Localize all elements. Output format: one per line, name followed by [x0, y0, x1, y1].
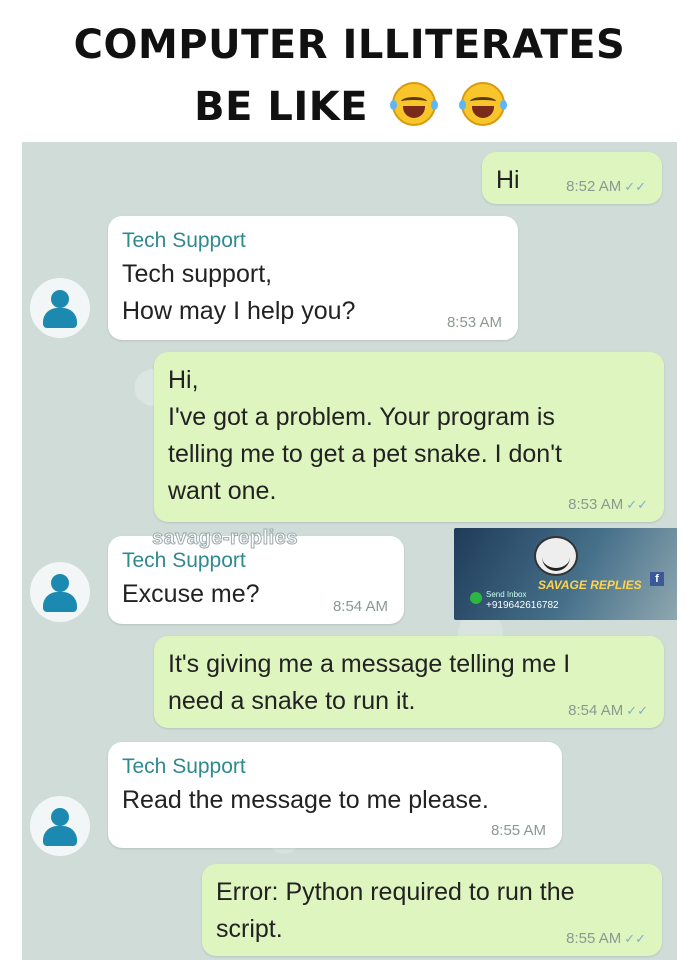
sender-name: Tech Support [122, 549, 246, 572]
header-title-line2: BE LIKE [0, 82, 699, 130]
message-line: Error: Python required to run the [216, 878, 575, 906]
message-time: 8:52 AM ✓✓ [566, 178, 646, 195]
outgoing-message: Hi 8:52 AM ✓✓ [482, 152, 662, 204]
outgoing-message: Hi, I've got a problem. Your program is … [154, 352, 664, 522]
message-time: 8:54 AM ✓✓ [568, 702, 648, 719]
troll-face-icon [534, 536, 578, 576]
incoming-message: Tech Support Read the message to me plea… [108, 742, 562, 848]
message-time: 8:54 AM [332, 598, 388, 615]
promo-phone: +919642616782 [486, 600, 559, 611]
whatsapp-icon [470, 592, 482, 604]
message-line: telling me to get a pet snake. I don't [168, 440, 562, 468]
laughing-tears-emoji-icon [390, 82, 439, 126]
promo-brand: SAVAGE REPLIES [538, 578, 642, 592]
sender-name: Tech Support [122, 229, 246, 252]
meme-header: COMPUTER ILLITERATES BE LIKE [0, 0, 699, 142]
chat-window: Hi 8:52 AM ✓✓ Tech Support Tech support, … [22, 142, 677, 960]
message-line: Hi, [168, 366, 199, 394]
message-time: 8:53 AM [446, 314, 502, 331]
tech-support-avatar[interactable] [30, 278, 90, 338]
message-time: 8:53 AM ✓✓ [568, 496, 648, 513]
tech-support-avatar[interactable] [30, 796, 90, 856]
outgoing-message: Error: Python required to run the script… [202, 864, 662, 956]
double-check-icon: ✓✓ [626, 703, 648, 718]
message-text: Hi [496, 166, 520, 194]
outgoing-message: It's giving me a message telling me I ne… [154, 636, 664, 728]
facebook-icon[interactable]: f [650, 572, 664, 586]
header-title-line1: COMPUTER ILLITERATES [73, 22, 626, 68]
message-line: Tech support, [122, 260, 273, 288]
message-line: Read the message to me please. [122, 786, 489, 814]
message-time: 8:55 AM ✓✓ [566, 930, 646, 947]
watermark-text: savage-replies [152, 527, 298, 550]
incoming-message: Tech Support Tech support, How may I hel… [108, 216, 518, 340]
message-time: 8:55 AM [490, 822, 546, 839]
sender-name: Tech Support [122, 755, 246, 778]
promo-card[interactable]: SAVAGE REPLIES f Send Inbox +91964261678… [454, 528, 677, 620]
double-check-icon: ✓✓ [626, 497, 648, 512]
double-check-icon: ✓✓ [624, 931, 646, 946]
tech-support-avatar[interactable] [30, 562, 90, 622]
header-title-line2-text: BE LIKE [194, 84, 369, 130]
promo-small-text: Send Inbox [486, 590, 527, 599]
double-check-icon: ✓✓ [624, 179, 646, 194]
laughing-tears-emoji-icon [458, 82, 507, 126]
message-line: I've got a problem. Your program is [168, 403, 555, 431]
message-line: It's giving me a message telling me I [168, 650, 571, 678]
